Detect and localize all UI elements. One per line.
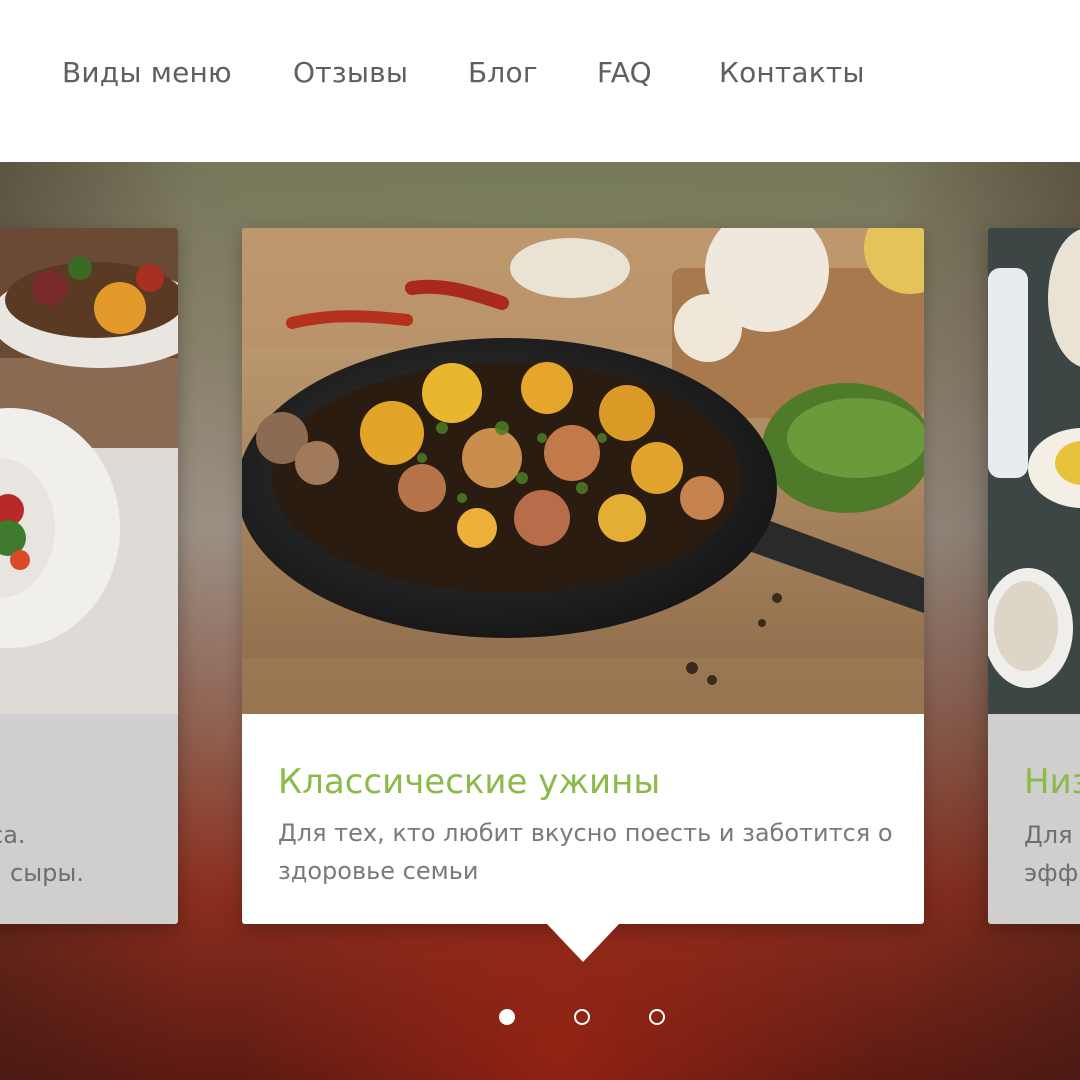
nav-link-menu-types[interactable]: Виды меню [62,56,232,89]
card-desc-right-2: эфф [1024,859,1079,887]
nav-link-faq[interactable]: FAQ [597,56,652,89]
nav-link-contacts[interactable]: Контакты [719,56,865,89]
menu-card-right[interactable]: Низ Для эфф [988,228,1080,924]
card-desc-left-1: са. [0,821,26,849]
card-photo-skillet [242,228,924,714]
card-photo-right [988,228,1080,714]
active-card-pointer [547,924,619,962]
nav-link-blog[interactable]: Блог [468,56,538,89]
slider-dot-1[interactable] [499,1009,515,1025]
menu-slider: са. сыры. [0,162,1080,1080]
card-desc-left-2: сыры. [10,859,84,887]
top-navigation: Виды меню Отзывы Блог FAQ Контакты [0,0,1080,162]
menu-card-left[interactable]: са. сыры. [0,228,178,924]
card-desc-right-1: Для [1024,821,1073,849]
card-desc-classic-dinners: Для тех, кто любит вкусно поесть и забот… [278,819,893,885]
card-title-classic-dinners: Классические ужины [278,762,661,802]
slider-dot-3[interactable] [649,1009,665,1025]
card-title-right: Низ [1024,762,1080,802]
slider-dot-2[interactable] [574,1009,590,1025]
menu-card-classic-dinners[interactable]: Классические ужины Для тех, кто любит вк… [242,228,924,924]
nav-link-reviews[interactable]: Отзывы [293,56,408,89]
card-photo-left [0,228,178,714]
